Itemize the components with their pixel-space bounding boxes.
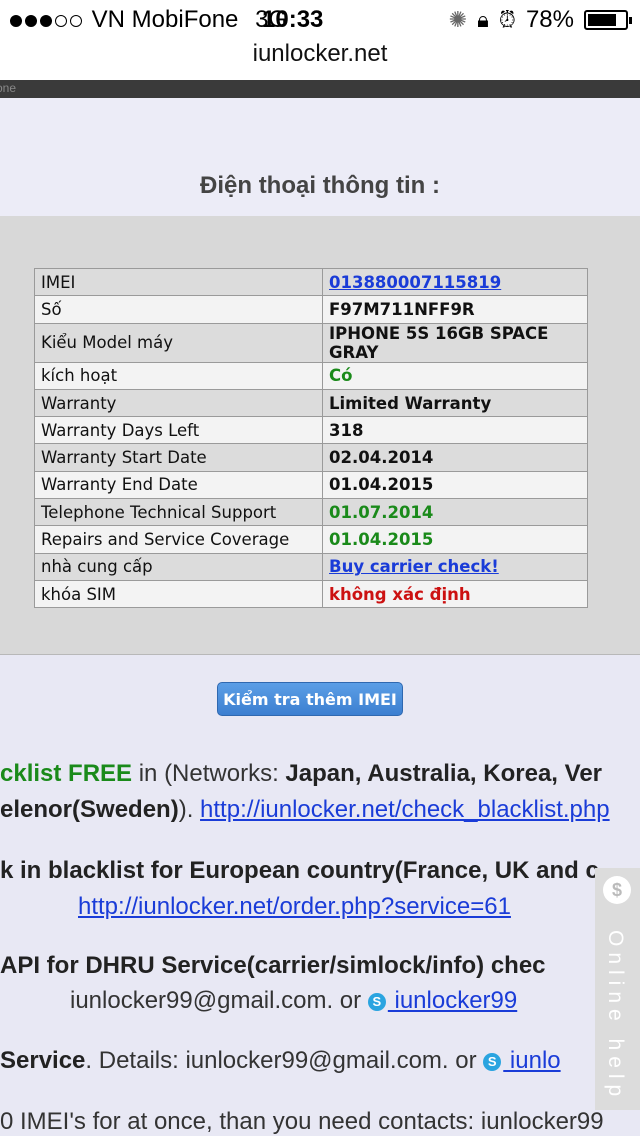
info-key: Warranty Days Left: [34, 416, 323, 445]
info-value: 02.04.2014: [322, 443, 588, 472]
info-row: kích hoạt Có: [34, 361, 588, 390]
info-row: Warranty End Date 01.04.2015: [34, 470, 588, 500]
signal-strength-icon: [10, 6, 85, 33]
promo-service: Service: [0, 1047, 86, 1074]
url-domain: iunlocker.net: [252, 40, 388, 67]
info-row: Warranty Days Left 318: [34, 416, 588, 445]
info-row: Repairs and Service Coverage 01.04.2015: [34, 525, 588, 554]
phone-info-table: IMEI 013880007115819 Số F97M711NFF9R Kiểu Mo…: [34, 267, 588, 609]
promo-text: in (Networks:: [132, 760, 286, 787]
online-help-tab[interactable]: $ Online help: [595, 868, 640, 1110]
info-value: 01.04.2015: [322, 470, 588, 500]
info-value[interactable]: 013880007115819: [322, 267, 588, 297]
info-row: Số F97M711NFF9R: [34, 295, 588, 324]
order-service-link[interactable]: http://iunlocker.net/order.php?service=6…: [78, 893, 511, 920]
info-key: Repairs and Service Coverage: [34, 525, 323, 554]
url-bar[interactable]: iunlocker.net: [0, 40, 640, 80]
info-value: Có: [322, 361, 588, 390]
nav-strip-text: one: [0, 81, 17, 95]
promo-details: . Details: iunlocker99@gmail.com. or: [85, 1047, 484, 1074]
info-value: IPHONE 5S 16GB SPACE GRAY: [322, 322, 588, 363]
promo-line-8: 0 IMEI's for at once, than you need cont…: [0, 1108, 604, 1136]
info-key: nhà cung cấp: [34, 552, 323, 581]
promo-european: k in blacklist for European country(Fran…: [0, 857, 599, 884]
status-bar: VN MobiFone 3G 10:33 ✺ 🔒︎ ⏰︎ 78%: [0, 0, 640, 40]
info-key: Warranty Start Date: [34, 443, 323, 472]
promo-networks: Japan, Australia, Korea, Ver: [285, 760, 603, 787]
signal-dot: [10, 14, 22, 27]
promo-line-1: cklist FREE in (Networks: Japan, Austral…: [0, 760, 602, 788]
promo-line-6: iunlocker99@gmail.com. or S iunlocker99: [70, 987, 517, 1015]
rotation-lock-icon: 🔒︎: [477, 7, 489, 32]
info-row: IMEI 013880007115819: [34, 267, 588, 297]
carrier-name: VN MobiFone: [91, 6, 239, 33]
info-key: Kiểu Model máy: [34, 322, 323, 363]
promo-text: ).: [178, 796, 201, 823]
skype-icon: S: [367, 993, 386, 1011]
info-row: Telephone Technical Support 01.07.2014: [34, 498, 588, 527]
info-key: IMEI: [34, 267, 323, 297]
signal-dot: [55, 14, 67, 27]
promo-line-4: http://iunlocker.net/order.php?service=6…: [78, 893, 511, 921]
info-row: Warranty Limited Warranty: [34, 388, 588, 418]
promo-email: iunlocker99@gmail.com. or: [70, 987, 368, 1014]
promo-bulk: 0 IMEI's for at once, than you need cont…: [0, 1108, 604, 1135]
info-value: F97M711NFF9R: [322, 295, 588, 324]
promo-free-text: cklist FREE: [0, 760, 133, 787]
online-help-label: Online help: [604, 930, 627, 1103]
info-row: nhà cung cấp Buy carrier check!: [34, 552, 588, 581]
page-title: Điện thoại thông tin :: [200, 172, 440, 199]
skype-icon: S: [483, 1053, 502, 1071]
info-value: 01.07.2014: [322, 498, 588, 527]
info-row: Warranty Start Date 02.04.2014: [34, 443, 588, 472]
site-nav-strip: one: [0, 80, 640, 98]
info-key: Warranty End Date: [34, 470, 323, 500]
clock: 10:33: [262, 6, 324, 33]
signal-dot: [70, 14, 82, 27]
info-value[interactable]: Buy carrier check!: [322, 552, 588, 581]
info-row: khóa SIM không xác định: [34, 579, 588, 609]
info-value: Limited Warranty: [322, 388, 588, 418]
battery-percent: 78%: [525, 6, 574, 33]
info-key: Telephone Technical Support: [34, 498, 323, 527]
info-value: 318: [322, 416, 588, 445]
signal-dot: [40, 14, 52, 27]
info-key: Số: [34, 295, 323, 324]
carrier-info: VN MobiFone 3G: [10, 6, 287, 34]
signal-dot: [25, 14, 37, 27]
skype-link-2[interactable]: iunlo: [503, 1047, 561, 1074]
promo-line-5: API for DHRU Service(carrier/simlock/inf…: [0, 952, 546, 980]
promo-line-3: k in blacklist for European country(Fran…: [0, 857, 599, 885]
check-more-imei-button[interactable]: Kiểm tra thêm IMEI: [217, 682, 403, 716]
info-link[interactable]: Buy carrier check!: [329, 557, 499, 576]
info-key: Warranty: [34, 388, 323, 418]
skype-link[interactable]: iunlocker99: [388, 987, 517, 1014]
info-row: Kiểu Model máy IPHONE 5S 16GB SPACE GRAY: [34, 322, 588, 363]
info-key: kích hoạt: [34, 361, 323, 390]
promo-line-2: elenor(Sweden)). http://iunlocker.net/ch…: [0, 796, 610, 824]
promo-networks-cont: elenor(Sweden): [0, 796, 179, 823]
status-icons: ✺ 🔒︎ ⏰︎ 78%: [448, 6, 632, 34]
chat-bubble-icon: $: [603, 876, 631, 904]
info-value: không xác định: [322, 579, 588, 609]
info-key: khóa SIM: [34, 579, 323, 609]
activity-spinner-icon: ✺: [448, 7, 468, 32]
info-value: 01.04.2015: [322, 525, 588, 554]
battery-icon: [584, 10, 632, 30]
info-link[interactable]: 013880007115819: [329, 273, 501, 292]
blacklist-link[interactable]: http://iunlocker.net/check_blacklist.php: [200, 796, 610, 823]
promo-line-7: Service. Details: iunlocker99@gmail.com.…: [0, 1047, 561, 1075]
promo-api: API for DHRU Service(carrier/simlock/inf…: [0, 952, 546, 979]
alarm-icon: ⏰︎: [498, 7, 516, 32]
